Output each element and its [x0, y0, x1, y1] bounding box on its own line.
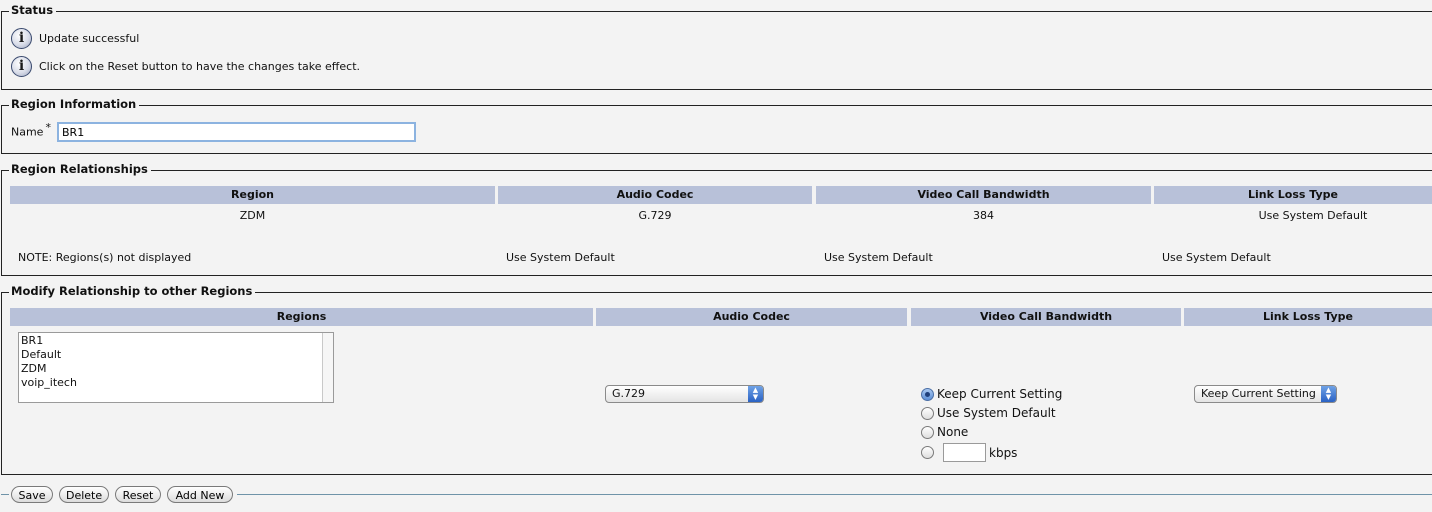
status-legend: Status [9, 3, 57, 17]
note-bandwidth-value: Use System Default [824, 251, 933, 264]
info-icon: i [11, 28, 32, 49]
name-label: Name * [11, 121, 51, 139]
column-header-regions: Regions [10, 308, 593, 326]
relationship-codec-cell: G.729 [638, 209, 672, 222]
list-item[interactable]: Default [21, 348, 61, 361]
audio-codec-select[interactable]: G.729 ▲ ▼ [605, 385, 764, 403]
list-item[interactable]: ZDM [21, 362, 47, 375]
add-new-button[interactable]: Add New [167, 486, 233, 503]
required-marker: * [45, 121, 51, 134]
delete-button[interactable]: Delete [59, 486, 109, 503]
column-header-link-loss: Link Loss Type [1184, 308, 1432, 326]
name-field[interactable] [57, 122, 416, 142]
relationship-region-cell: ZDM [239, 209, 266, 222]
note-linkloss-value: Use System Default [1162, 251, 1271, 264]
column-header-region: Region [10, 186, 495, 204]
note-codec-value: Use System Default [506, 251, 615, 264]
link-loss-select[interactable]: Keep Current Setting ▲ ▼ [1194, 385, 1337, 403]
button-bar-divider [1, 494, 9, 495]
column-header-link-loss: Link Loss Type [1154, 186, 1432, 204]
relationship-linkloss-cell: Use System Default [1258, 209, 1368, 222]
listbox-scrollbar[interactable] [322, 333, 333, 402]
button-bar-divider [237, 494, 1432, 495]
bandwidth-option-label: Keep Current Setting [937, 387, 1063, 401]
status-section: Status [1, 3, 1432, 90]
region-info-legend: Region Information [9, 97, 140, 111]
regions-listbox[interactable]: BR1 Default ZDM voip_itech [18, 332, 334, 403]
link-loss-selected: Keep Current Setting [1201, 387, 1316, 400]
relationship-bandwidth-cell: 384 [973, 209, 994, 222]
select-arrows-icon: ▲ ▼ [1321, 386, 1336, 402]
bandwidth-none-radio[interactable] [921, 426, 934, 439]
bandwidth-keep-current-radio[interactable] [921, 388, 934, 401]
bandwidth-option-label: None [937, 425, 969, 439]
bandwidth-option-label: Use System Default [937, 406, 1056, 420]
select-arrows-icon: ▲ ▼ [748, 386, 763, 402]
list-item[interactable]: voip_itech [21, 376, 77, 389]
save-button[interactable]: Save [11, 486, 53, 503]
status-message: Update successful [39, 32, 140, 45]
bandwidth-system-default-radio[interactable] [921, 407, 934, 420]
audio-codec-selected: G.729 [612, 387, 646, 400]
name-label-text: Name [11, 125, 44, 139]
column-header-audio-codec: Audio Codec [498, 186, 812, 204]
list-item[interactable]: BR1 [21, 334, 43, 347]
column-header-audio-codec: Audio Codec [596, 308, 907, 326]
status-message: Click on the Reset button to have the ch… [39, 60, 361, 73]
kbps-input[interactable] [943, 443, 986, 462]
bandwidth-custom-radio[interactable] [921, 446, 934, 459]
modify-relationship-legend: Modify Relationship to other Regions [9, 284, 256, 298]
kbps-unit-label: kbps [989, 446, 1018, 460]
note-text: NOTE: Regions(s) not displayed [18, 251, 192, 264]
reset-button[interactable]: Reset [115, 486, 161, 503]
region-relationships-legend: Region Relationships [9, 162, 151, 176]
column-header-video-bandwidth: Video Call Bandwidth [816, 186, 1151, 204]
info-icon: i [11, 56, 32, 77]
column-header-video-bandwidth: Video Call Bandwidth [911, 308, 1181, 326]
